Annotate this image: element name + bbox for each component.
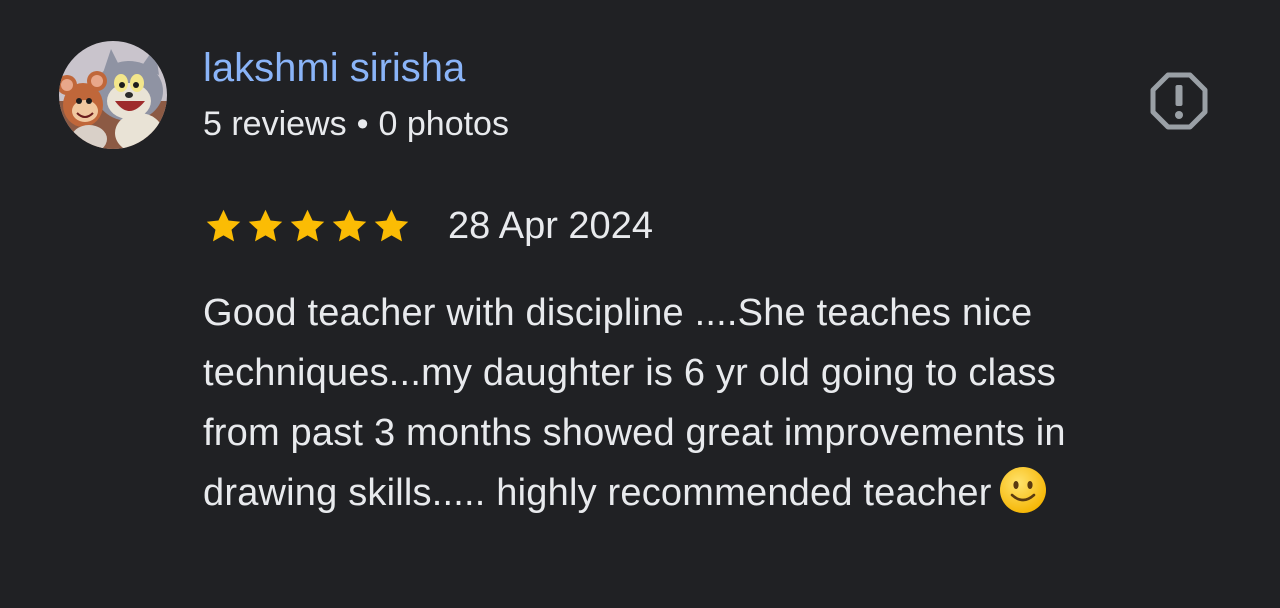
meta-separator: • [356,105,369,143]
star-icon [206,209,241,241]
star-icon [374,209,409,241]
review-text: Good teacher with discipline ....She tea… [203,283,1203,523]
review-count: 5 reviews [203,105,347,143]
review-line: from past 3 months showed great improvem… [203,412,1066,454]
avatar[interactable] [59,41,167,149]
reviewer-name[interactable]: lakshmi sirisha [203,45,465,91]
star-icon [248,209,283,241]
review-line-last: drawing skills..... highly recommended t… [203,463,1203,523]
review-line: Good teacher with discipline ....She tea… [203,292,1033,334]
review-card: lakshmi sirisha 5 reviews • 0 photos 28 Ap… [0,0,1280,608]
photo-count: 0 photos [378,105,509,143]
slightly-smiling-face-icon [999,467,1046,513]
star-icon [332,209,367,241]
review-line: techniques...my daughter is 6 yr old goi… [203,352,1056,394]
cartoon-avatar-icon [59,41,167,149]
star-icon [290,209,325,241]
star-rating [203,206,412,247]
report-flag-icon[interactable] [1150,72,1208,130]
reviewer-meta: 5 reviews • 0 photos [203,103,509,145]
review-line-text: drawing skills..... highly recommended t… [203,472,992,514]
review-date: 28 Apr 2024 [448,205,653,247]
rating-row: 28 Apr 2024 [203,203,653,249]
